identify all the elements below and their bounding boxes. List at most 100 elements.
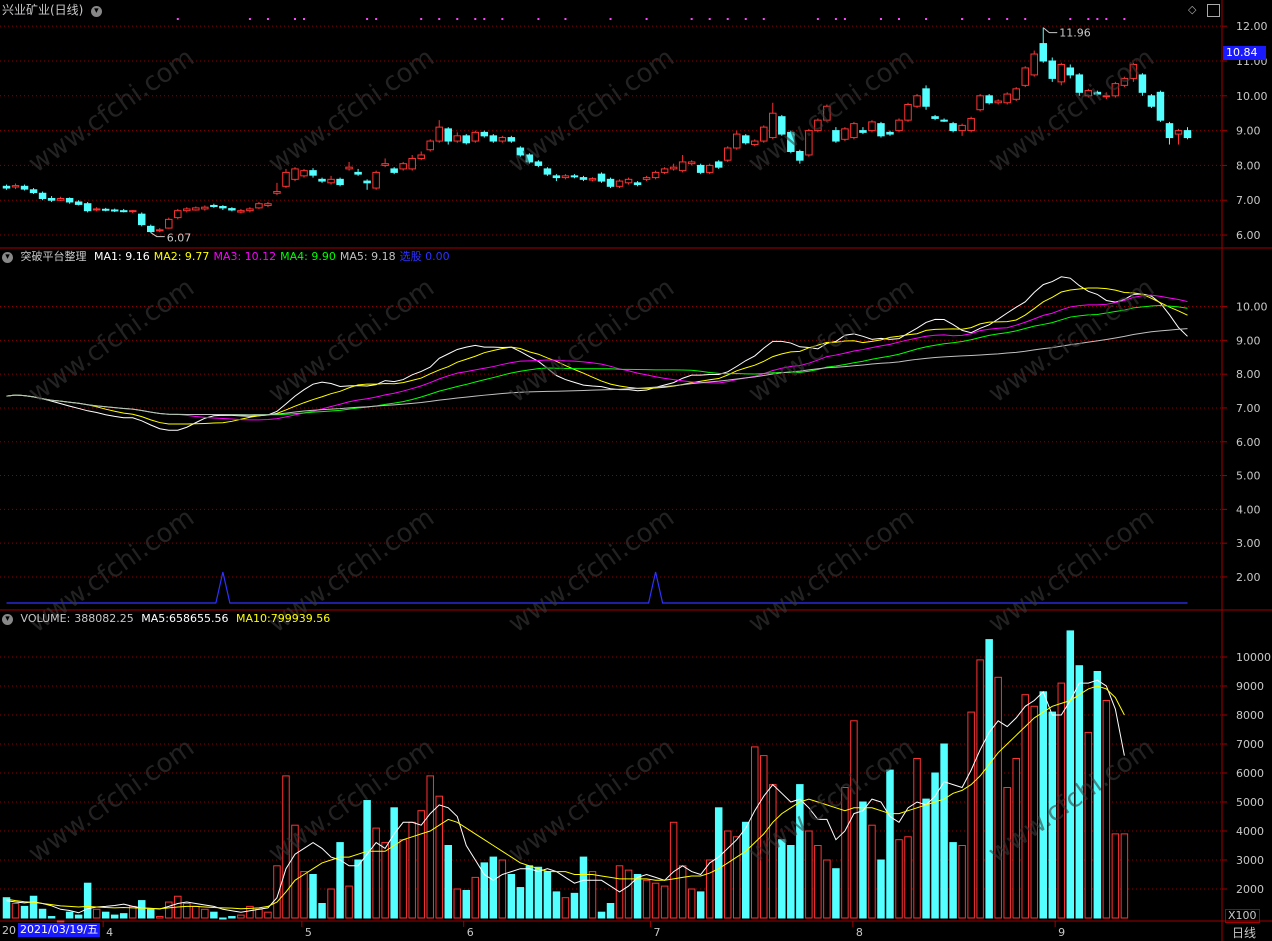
- candle-body: [408, 157, 416, 170]
- candle-body: [74, 201, 83, 205]
- candle-body: [705, 164, 714, 173]
- candle-body: [1030, 53, 1038, 76]
- signal-dot: [266, 18, 269, 20]
- candle-body: [291, 168, 299, 180]
- watermark-text: www.cfchi.com: [503, 43, 680, 179]
- low-marker: [150, 232, 165, 238]
- volume-bar: [904, 836, 912, 919]
- volume-bar: [787, 845, 795, 919]
- candle-body: [579, 177, 588, 180]
- candle-body: [363, 180, 371, 184]
- candle-body: [850, 123, 858, 139]
- candle-body: [714, 161, 723, 168]
- indicator-dropdown-icon[interactable]: ▾: [2, 251, 13, 263]
- signal-dot: [438, 18, 441, 20]
- volume-bar: [228, 916, 236, 919]
- volume-bar: [642, 879, 651, 919]
- volume-bar: [832, 868, 840, 919]
- volume-tick-label: 8000: [1236, 709, 1264, 722]
- signal-dot: [708, 18, 711, 20]
- volume-bar: [119, 913, 128, 919]
- volume-bar: [723, 830, 732, 919]
- title-dropdown-icon[interactable]: ▾: [90, 5, 102, 17]
- volume-bar: [354, 859, 362, 919]
- candle-body: [237, 210, 245, 213]
- volume-bar: [318, 903, 326, 919]
- candle-body: [29, 189, 38, 194]
- candle-body: [606, 178, 615, 187]
- signal-dot: [420, 18, 423, 20]
- volume-bar: [814, 845, 822, 919]
- price-tick-label: 9.00: [1236, 125, 1261, 138]
- candle-body: [336, 178, 344, 186]
- candle-body: [1048, 60, 1057, 79]
- signal-dot: [366, 18, 369, 20]
- signal-dot: [898, 18, 901, 20]
- candle-body: [615, 180, 624, 187]
- candle-body: [660, 168, 669, 173]
- candle-body: [1183, 130, 1192, 139]
- signal-dot: [961, 18, 964, 20]
- candle-body: [137, 213, 146, 226]
- volume-bar: [219, 917, 227, 920]
- diamond-icon[interactable]: ◇: [1188, 3, 1196, 16]
- watermark-text: www.cfchi.com: [23, 43, 200, 179]
- volume-bar: [507, 874, 516, 919]
- signal-dot: [1087, 18, 1090, 20]
- volume-bar: [453, 888, 462, 919]
- watermark-text: www.cfchi.com: [503, 503, 680, 639]
- signal-dot: [762, 18, 765, 20]
- candle-body: [678, 161, 687, 172]
- volume-bar: [426, 775, 434, 919]
- candle-body: [742, 135, 750, 144]
- volume-bar: [381, 842, 389, 919]
- indicator-ma-label-4: MA4: 9.90: [280, 250, 336, 263]
- candle-body: [471, 131, 480, 142]
- volume-unit-label: X100: [1225, 909, 1260, 923]
- candle-body: [435, 126, 443, 142]
- candle-body: [561, 175, 570, 179]
- volume-bar: [1066, 630, 1075, 919]
- indicator-ma-label-2: MA2: 9.77: [153, 250, 210, 263]
- candle-body: [904, 104, 912, 121]
- indicator-tick-label: 10.00: [1236, 301, 1268, 314]
- signal-dot: [483, 18, 486, 20]
- volume-tick-label: 7000: [1236, 738, 1264, 751]
- price-tick-label: 10.00: [1236, 90, 1268, 103]
- panel-toggle-icon[interactable]: [1207, 4, 1220, 17]
- candle-body: [895, 119, 903, 132]
- candle-body: [976, 95, 984, 111]
- candle-body: [913, 95, 921, 107]
- candle-body: [309, 170, 317, 176]
- volume-bar: [949, 842, 957, 919]
- candle-body: [994, 100, 1002, 104]
- indicator-tick-label: 3.00: [1236, 537, 1261, 550]
- volume-bar: [588, 871, 597, 919]
- watermark-text: www.cfchi.com: [23, 733, 200, 869]
- signal-dot: [1105, 18, 1108, 20]
- indicator-tick-label: 6.00: [1236, 436, 1261, 449]
- candle-body: [255, 203, 263, 209]
- signal-dot: [1069, 18, 1072, 20]
- volume-bar: [895, 839, 903, 919]
- watermark-text: www.cfchi.com: [743, 503, 920, 639]
- candle-body: [47, 197, 56, 201]
- volume-tick-label: 10000: [1236, 651, 1271, 664]
- volume-bar: [561, 897, 570, 919]
- volume-bar: [967, 711, 975, 919]
- candle-body: [669, 166, 678, 170]
- chart-canvas: 12.0011.0010.009.008.007.006.0011.966.07…: [0, 0, 1272, 941]
- high-price-label: 11.96: [1059, 27, 1091, 40]
- candle-body: [399, 163, 407, 170]
- period-button[interactable]: 日线: [1232, 924, 1256, 941]
- indicator-tick-label: 8.00: [1236, 368, 1261, 381]
- candle-body: [453, 135, 462, 142]
- candle-body: [1147, 95, 1156, 107]
- candle-body: [462, 135, 471, 144]
- volume-bar: [958, 845, 966, 919]
- candle-body: [444, 128, 452, 142]
- volume-dropdown-icon[interactable]: ▾: [2, 613, 13, 625]
- volume-bar: [678, 865, 687, 919]
- month-label: 4: [106, 926, 113, 939]
- volume-bar: [751, 746, 759, 919]
